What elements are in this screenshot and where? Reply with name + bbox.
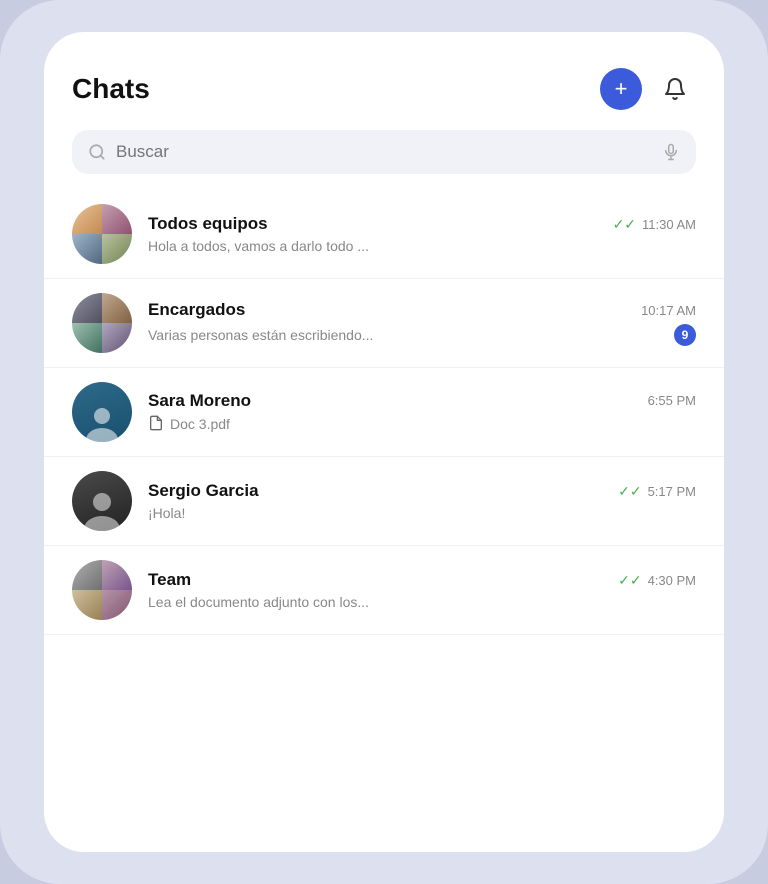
chat-preview: ¡Hola!	[148, 505, 696, 521]
avatar-cell	[102, 204, 132, 234]
avatar-cell	[102, 323, 132, 353]
chat-item-sara-moreno[interactable]: Sara Moreno 6:55 PM Doc 3.pdf	[44, 368, 724, 457]
avatar-sara-moreno	[72, 382, 132, 442]
person-silhouette	[80, 487, 124, 531]
chat-time: 11:30 AM	[642, 217, 696, 232]
phone-frame: Chats +	[0, 0, 768, 884]
chat-name: Team	[148, 570, 191, 590]
avatar-cell	[102, 293, 132, 323]
plus-icon: +	[615, 76, 628, 102]
avatar-group-encargados	[72, 293, 132, 353]
chat-content: Todos equipos ✓✓ 11:30 AM Hola a todos, …	[148, 214, 696, 254]
avatar-cell	[102, 560, 132, 590]
read-receipt-icon: ✓✓	[613, 216, 636, 233]
avatar-cell	[72, 560, 102, 590]
chat-meta: 10:17 AM	[641, 303, 696, 318]
chat-preview: Hola a todos, vamos a darlo todo ...	[148, 238, 696, 254]
chat-meta: ✓✓ 5:17 PM	[618, 483, 696, 500]
avatar-cell	[102, 590, 132, 620]
chat-top-row: Todos equipos ✓✓ 11:30 AM	[148, 214, 696, 234]
read-receipt-icon: ✓✓	[618, 572, 641, 589]
chat-meta: ✓✓ 4:30 PM	[618, 572, 696, 589]
chat-preview: Lea el documento adjunto con los...	[148, 594, 696, 610]
avatar-cell	[72, 323, 102, 353]
chat-content: Encargados 10:17 AM Varias personas está…	[148, 300, 696, 346]
chat-top-row: Encargados 10:17 AM	[148, 300, 696, 320]
chat-name: Sergio Garcia	[148, 481, 259, 501]
phone-screen: Chats +	[44, 32, 724, 852]
chat-list: Todos equipos ✓✓ 11:30 AM Hola a todos, …	[44, 190, 724, 852]
read-receipt-icon: ✓✓	[618, 483, 641, 500]
header-icons: +	[600, 68, 696, 110]
bell-icon	[663, 77, 687, 101]
chat-item-todos-equipos[interactable]: Todos equipos ✓✓ 11:30 AM Hola a todos, …	[44, 190, 724, 279]
chat-meta: ✓✓ 11:30 AM	[613, 216, 696, 233]
notifications-button[interactable]	[654, 68, 696, 110]
mic-icon[interactable]	[662, 143, 680, 161]
chat-name: Encargados	[148, 300, 245, 320]
chat-preview: Doc 3.pdf	[148, 415, 696, 434]
chat-meta: 6:55 PM	[648, 393, 696, 408]
avatar-group-team	[72, 560, 132, 620]
avatar-cell	[72, 590, 102, 620]
avatar-cell	[72, 234, 102, 264]
chat-content: Team ✓✓ 4:30 PM Lea el documento adjunto…	[148, 570, 696, 610]
chat-top-row: Sara Moreno 6:55 PM	[148, 391, 696, 411]
page-title: Chats	[72, 73, 150, 105]
chat-top-row: Sergio Garcia ✓✓ 5:17 PM	[148, 481, 696, 501]
chat-name: Sara Moreno	[148, 391, 251, 411]
chat-top-row: Team ✓✓ 4:30 PM	[148, 570, 696, 590]
chat-time: 6:55 PM	[648, 393, 696, 408]
header: Chats +	[44, 32, 724, 126]
avatar-group-todos-equipos	[72, 204, 132, 264]
chat-content: Sara Moreno 6:55 PM Doc 3.pdf	[148, 391, 696, 434]
chat-time: 10:17 AM	[641, 303, 696, 318]
avatar-cell	[72, 293, 102, 323]
chat-item-encargados[interactable]: Encargados 10:17 AM Varias personas está…	[44, 279, 724, 368]
avatar-cell	[72, 204, 102, 234]
avatar-cell	[102, 234, 132, 264]
chat-time: 5:17 PM	[648, 484, 696, 499]
search-input[interactable]	[116, 142, 652, 162]
chat-time: 4:30 PM	[648, 573, 696, 588]
chat-preview: Varias personas están escribiendo...	[148, 327, 373, 343]
search-icon	[88, 143, 106, 161]
avatar-sergio-garcia	[72, 471, 132, 531]
person-silhouette	[82, 402, 122, 442]
unread-badge: 9	[674, 324, 696, 346]
search-bar	[72, 130, 696, 174]
chat-item-team[interactable]: Team ✓✓ 4:30 PM Lea el documento adjunto…	[44, 546, 724, 635]
chat-name: Todos equipos	[148, 214, 268, 234]
chat-content: Sergio Garcia ✓✓ 5:17 PM ¡Hola!	[148, 481, 696, 521]
chat-bottom-row: Varias personas están escribiendo... 9	[148, 324, 696, 346]
document-icon	[148, 415, 164, 434]
new-chat-button[interactable]: +	[600, 68, 642, 110]
chat-item-sergio-garcia[interactable]: Sergio Garcia ✓✓ 5:17 PM ¡Hola!	[44, 457, 724, 546]
